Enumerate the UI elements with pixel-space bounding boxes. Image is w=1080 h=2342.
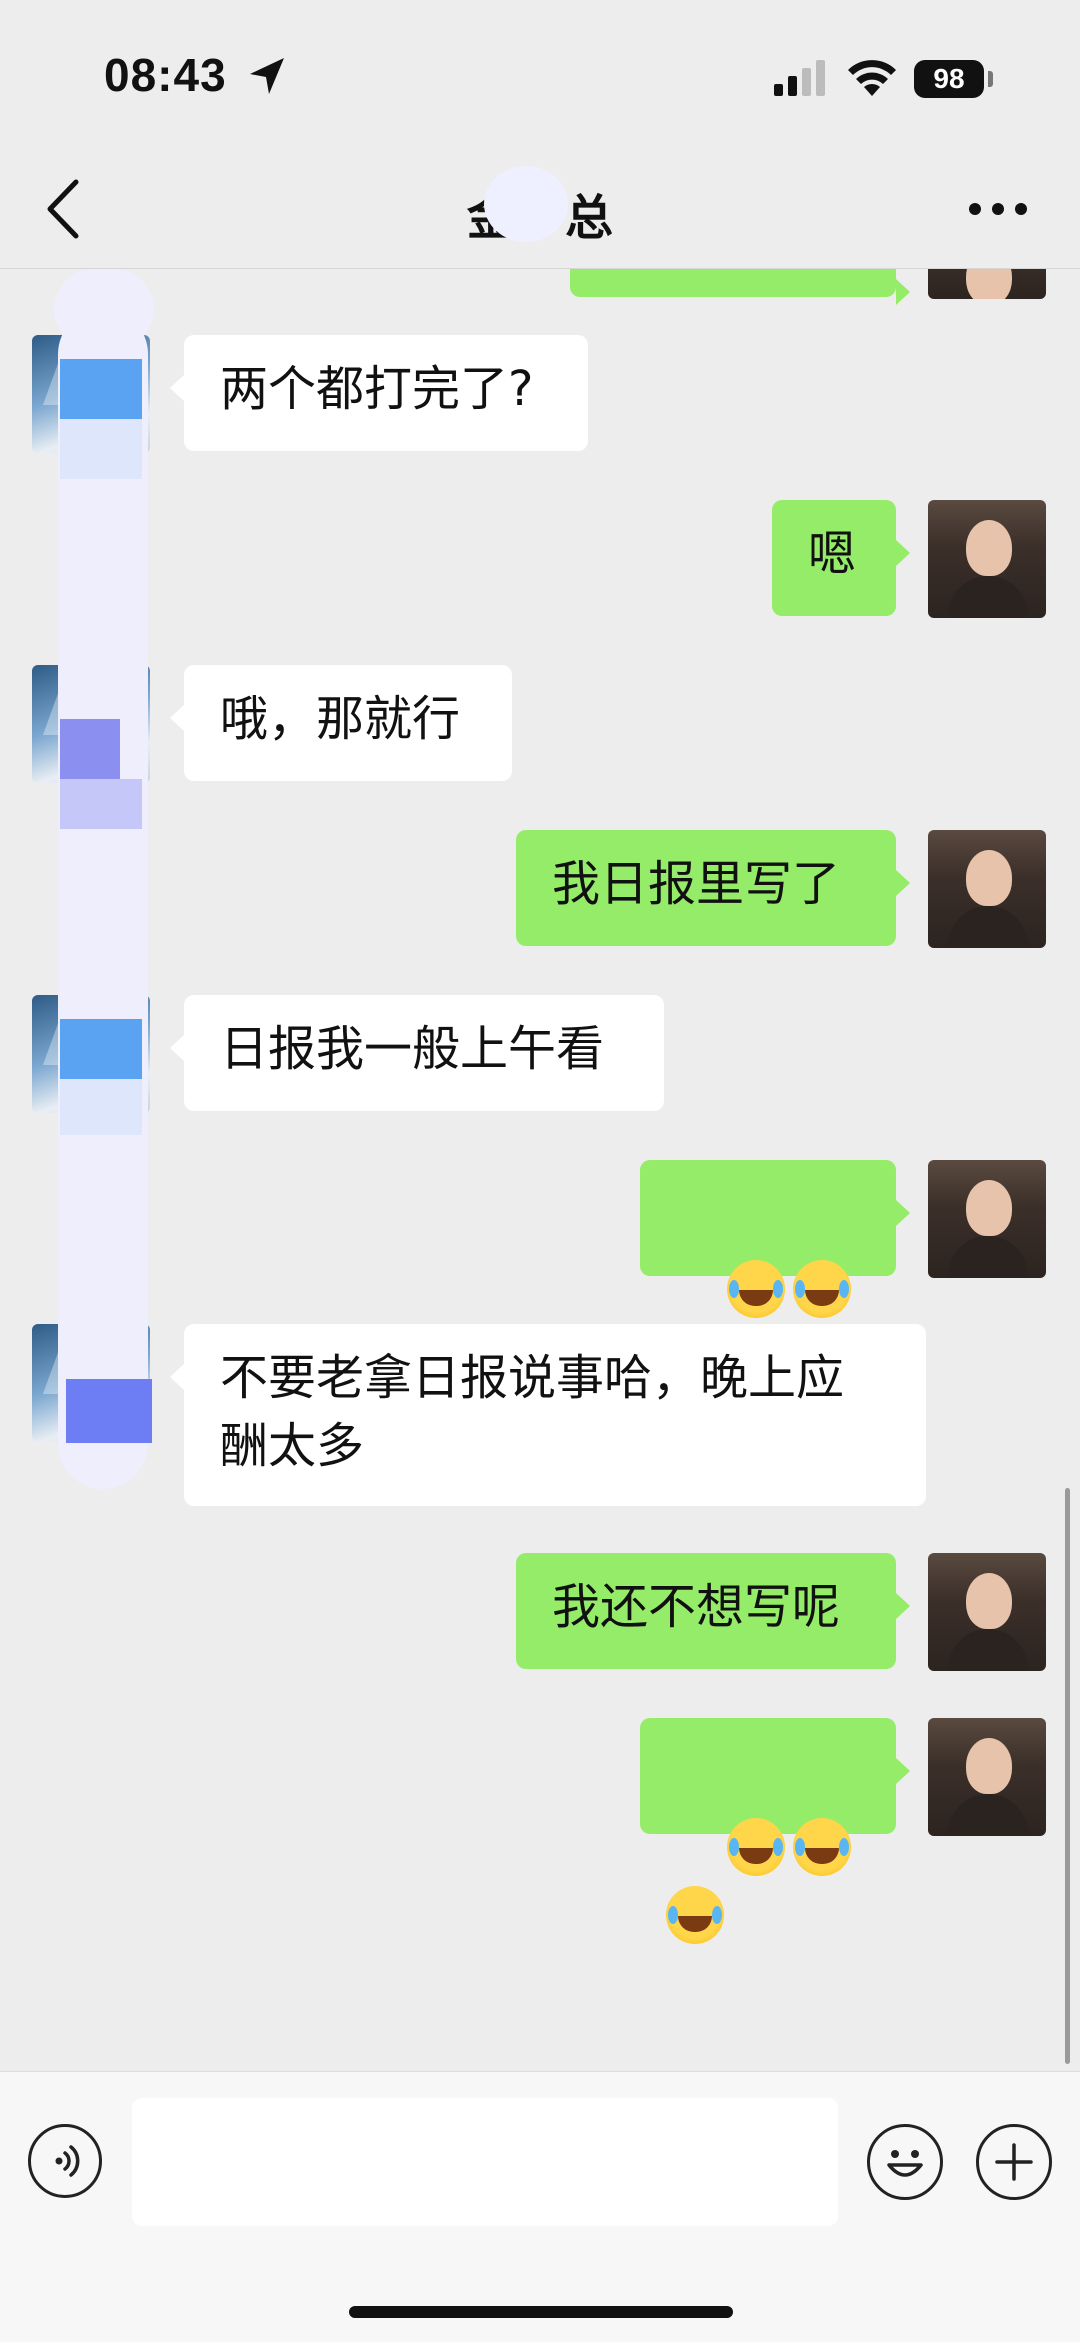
- plus-button[interactable]: [976, 2124, 1052, 2200]
- ellipsis-icon[interactable]: [968, 202, 1028, 216]
- battery-tip: [988, 71, 993, 87]
- avatar-self: [928, 269, 1046, 299]
- wifi-icon: [848, 60, 896, 96]
- voice-icon: [55, 2145, 80, 2177]
- message-bubble[interactable]: 我还不想写呢: [516, 1553, 910, 1669]
- input-bar: [0, 2071, 1080, 2342]
- message-bubble[interactable]: 日报我一般上午看: [170, 995, 664, 1111]
- pixelation-block: [60, 419, 142, 479]
- privacy-smear: [58, 309, 148, 1489]
- cellular-signal-icon: [774, 60, 825, 96]
- location-arrow-icon: [250, 58, 284, 94]
- pixelation-block: [66, 1379, 152, 1443]
- home-indicator[interactable]: [349, 2306, 733, 2318]
- voice-button[interactable]: [28, 2124, 102, 2198]
- message-bubble[interactable]: 我日报里写了: [516, 830, 910, 946]
- message-list[interactable]: 两个都打完了? 嗯 哦，那就行 我日报里写了 日报我一般上午看 不要老拿日报说事…: [0, 269, 1080, 2069]
- message-bubble[interactable]: 不要老拿日报说事哈，晚上应 酬太多: [170, 1324, 926, 1506]
- rofl-emoji: [793, 1260, 852, 1318]
- privacy-blur: [484, 166, 568, 242]
- message-bubble[interactable]: 两个都打完了?: [170, 335, 588, 451]
- pixelation-block: [60, 1079, 142, 1135]
- rofl-emoji: [666, 1886, 724, 1944]
- rofl-emoji: [793, 1818, 852, 1876]
- message-bubble[interactable]: [640, 1160, 910, 1386]
- partial-message-bubble: [570, 269, 910, 305]
- avatar-self[interactable]: [928, 500, 1046, 618]
- avatar-self[interactable]: [928, 1553, 1046, 1671]
- chat-header: 金**总: [0, 150, 1080, 269]
- status-time: 08:43: [104, 49, 227, 101]
- status-bar: 08:43 98: [0, 0, 1080, 150]
- pixelation-block: [60, 779, 142, 829]
- rofl-emoji: [727, 1260, 786, 1318]
- emoji-icon: [887, 2150, 923, 2177]
- pixelation-block: [60, 719, 120, 779]
- avatar-self[interactable]: [928, 830, 1046, 948]
- message-bubble[interactable]: [640, 1718, 910, 1944]
- pixelation-block: [60, 359, 142, 419]
- battery-icon: 98: [914, 60, 984, 98]
- rofl-emoji: [727, 1818, 786, 1876]
- avatar-self[interactable]: [928, 1718, 1046, 1836]
- emoji-button[interactable]: [867, 2124, 943, 2200]
- plus-icon: [995, 2143, 1033, 2181]
- pixelation-block: [60, 1019, 142, 1079]
- message-bubble[interactable]: 哦，那就行: [170, 665, 512, 781]
- scrollbar[interactable]: [1065, 1488, 1070, 2064]
- avatar-self[interactable]: [928, 1160, 1046, 1278]
- message-input[interactable]: [132, 2098, 838, 2226]
- message-bubble[interactable]: 嗯: [772, 500, 910, 616]
